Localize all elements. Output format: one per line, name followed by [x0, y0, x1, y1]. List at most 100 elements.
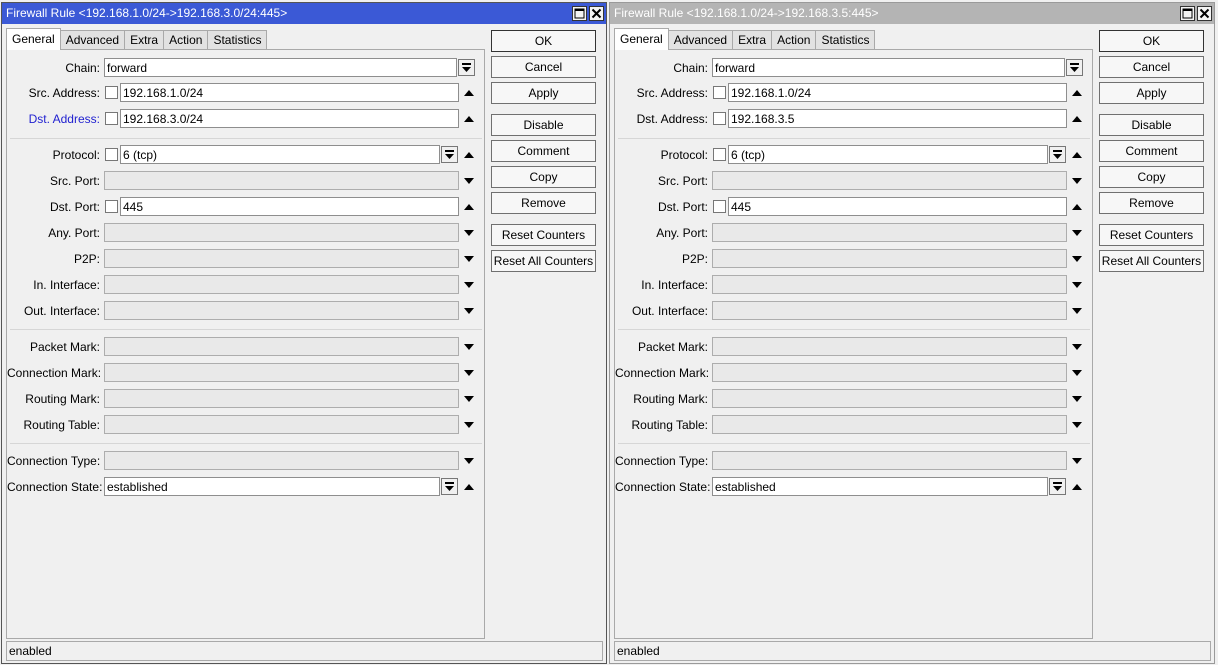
tab-statistics[interactable]: Statistics — [815, 30, 876, 50]
src-address-negate-checkbox[interactable] — [713, 86, 726, 99]
out-interface-expand-button[interactable] — [463, 305, 475, 317]
dst-address-negate-checkbox[interactable] — [713, 112, 726, 125]
remove-button[interactable]: Remove — [491, 192, 596, 214]
connection-state-collapse-button[interactable] — [1071, 481, 1083, 493]
connection-mark-field[interactable] — [712, 363, 1067, 382]
tab-statistics[interactable]: Statistics — [207, 30, 268, 50]
connection-type-expand-button[interactable] — [1071, 455, 1083, 467]
maximize-button[interactable] — [1180, 6, 1195, 21]
disable-button[interactable]: Disable — [491, 114, 596, 136]
tab-extra[interactable]: Extra — [732, 30, 773, 50]
copy-button[interactable]: Copy — [1099, 166, 1204, 188]
protocol-field[interactable]: 6 (tcp) — [120, 145, 440, 164]
cancel-button[interactable]: Cancel — [491, 56, 596, 78]
any-port-field[interactable] — [712, 223, 1067, 242]
connection-mark-field[interactable] — [104, 363, 459, 382]
ok-button[interactable]: OK — [491, 30, 596, 52]
out-interface-expand-button[interactable] — [1071, 305, 1083, 317]
routing-mark-field[interactable] — [712, 389, 1067, 408]
copy-button[interactable]: Copy — [491, 166, 596, 188]
p2p-expand-button[interactable] — [1071, 253, 1083, 265]
connection-state-dropdown-button[interactable] — [1049, 478, 1066, 495]
packet-mark-field[interactable] — [712, 337, 1067, 356]
src-address-negate-checkbox[interactable] — [105, 86, 118, 99]
packet-mark-expand-button[interactable] — [463, 341, 475, 353]
out-interface-field[interactable] — [712, 301, 1067, 320]
close-button[interactable] — [1197, 6, 1212, 21]
disable-button[interactable]: Disable — [1099, 114, 1204, 136]
protocol-collapse-button[interactable] — [463, 149, 475, 161]
reset-all-counters-button[interactable]: Reset All Counters — [1099, 250, 1204, 272]
routing-table-expand-button[interactable] — [463, 419, 475, 431]
routing-table-expand-button[interactable] — [1071, 419, 1083, 431]
routing-table-field[interactable] — [712, 415, 1067, 434]
connection-type-expand-button[interactable] — [463, 455, 475, 467]
dst-address-collapse-button[interactable] — [1071, 113, 1083, 125]
p2p-expand-button[interactable] — [463, 253, 475, 265]
chain-field[interactable]: forward — [712, 58, 1065, 77]
any-port-field[interactable] — [104, 223, 459, 242]
src-address-field[interactable]: 192.168.1.0/24 — [728, 83, 1067, 102]
chain-field[interactable]: forward — [104, 58, 457, 77]
dst-port-field[interactable]: 445 — [728, 197, 1067, 216]
src-address-collapse-button[interactable] — [1071, 87, 1083, 99]
chain-dropdown-button[interactable] — [1066, 59, 1083, 76]
protocol-negate-checkbox[interactable] — [713, 148, 726, 161]
ok-button[interactable]: OK — [1099, 30, 1204, 52]
p2p-field[interactable] — [712, 249, 1067, 268]
dst-address-field[interactable]: 192.168.3.0/24 — [120, 109, 459, 128]
close-button[interactable] — [589, 6, 604, 21]
tab-extra[interactable]: Extra — [124, 30, 165, 50]
src-port-field[interactable] — [104, 171, 459, 190]
comment-button[interactable]: Comment — [1099, 140, 1204, 162]
any-port-expand-button[interactable] — [463, 227, 475, 239]
tab-advanced[interactable]: Advanced — [59, 30, 126, 50]
routing-mark-field[interactable] — [104, 389, 459, 408]
reset-counters-button[interactable]: Reset Counters — [1099, 224, 1204, 246]
connection-type-field[interactable] — [712, 451, 1067, 470]
routing-table-field[interactable] — [104, 415, 459, 434]
connection-type-field[interactable] — [104, 451, 459, 470]
connection-state-dropdown-button[interactable] — [441, 478, 458, 495]
out-interface-field[interactable] — [104, 301, 459, 320]
protocol-field[interactable]: 6 (tcp) — [728, 145, 1048, 164]
protocol-dropdown-button[interactable] — [441, 146, 458, 163]
in-interface-expand-button[interactable] — [1071, 279, 1083, 291]
protocol-negate-checkbox[interactable] — [105, 148, 118, 161]
connection-state-collapse-button[interactable] — [463, 481, 475, 493]
dst-port-collapse-button[interactable] — [463, 201, 475, 213]
src-port-expand-button[interactable] — [1071, 175, 1083, 187]
title-bar[interactable]: Firewall Rule <192.168.1.0/24->192.168.3… — [2, 3, 606, 24]
routing-mark-expand-button[interactable] — [1071, 393, 1083, 405]
src-port-expand-button[interactable] — [463, 175, 475, 187]
maximize-button[interactable] — [572, 6, 587, 21]
src-address-field[interactable]: 192.168.1.0/24 — [120, 83, 459, 102]
in-interface-field[interactable] — [104, 275, 459, 294]
cancel-button[interactable]: Cancel — [1099, 56, 1204, 78]
apply-button[interactable]: Apply — [1099, 82, 1204, 104]
apply-button[interactable]: Apply — [491, 82, 596, 104]
tab-advanced[interactable]: Advanced — [667, 30, 734, 50]
packet-mark-expand-button[interactable] — [1071, 341, 1083, 353]
remove-button[interactable]: Remove — [1099, 192, 1204, 214]
reset-counters-button[interactable]: Reset Counters — [491, 224, 596, 246]
src-address-collapse-button[interactable] — [463, 87, 475, 99]
title-bar[interactable]: Firewall Rule <192.168.1.0/24->192.168.3… — [610, 3, 1214, 24]
connection-mark-expand-button[interactable] — [1071, 367, 1083, 379]
dst-port-negate-checkbox[interactable] — [105, 200, 118, 213]
p2p-field[interactable] — [104, 249, 459, 268]
in-interface-field[interactable] — [712, 275, 1067, 294]
dst-port-negate-checkbox[interactable] — [713, 200, 726, 213]
dst-port-collapse-button[interactable] — [1071, 201, 1083, 213]
connection-state-field[interactable]: established — [712, 477, 1048, 496]
dst-address-field[interactable]: 192.168.3.5 — [728, 109, 1067, 128]
connection-state-field[interactable]: established — [104, 477, 440, 496]
chain-dropdown-button[interactable] — [458, 59, 475, 76]
tab-action[interactable]: Action — [771, 30, 817, 50]
packet-mark-field[interactable] — [104, 337, 459, 356]
protocol-collapse-button[interactable] — [1071, 149, 1083, 161]
tab-general[interactable]: General — [614, 28, 669, 50]
dst-port-field[interactable]: 445 — [120, 197, 459, 216]
tab-general[interactable]: General — [6, 28, 61, 50]
comment-button[interactable]: Comment — [491, 140, 596, 162]
